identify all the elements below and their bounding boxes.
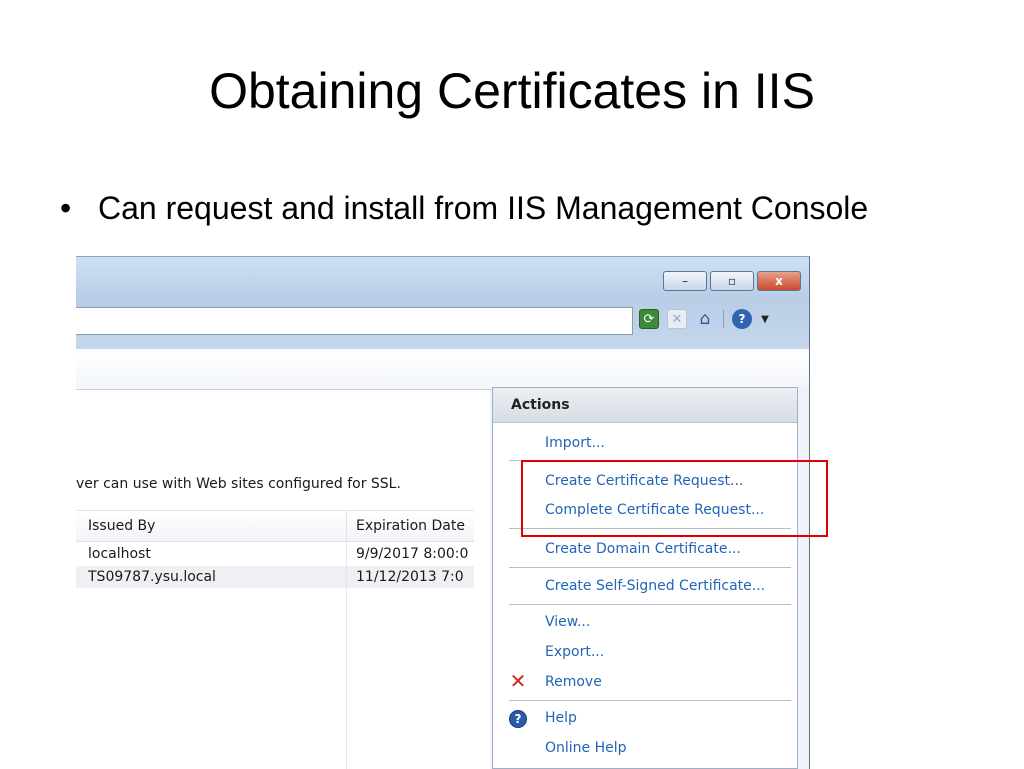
action-import[interactable]: Import...	[545, 435, 605, 451]
actions-separator	[509, 528, 791, 529]
column-separator[interactable]	[346, 511, 347, 541]
close-button[interactable]: x	[757, 271, 801, 291]
table-row[interactable]: TS09787.ysu.local 11/12/2013 7:0	[76, 566, 474, 588]
column-expiration-date[interactable]: Expiration Date	[356, 518, 465, 534]
certificates-content: ver can use with Web sites configured fo…	[76, 390, 490, 769]
address-bar[interactable]	[76, 307, 633, 335]
action-export[interactable]: Export...	[545, 644, 604, 660]
cell-issued-by: TS09787.ysu.local	[88, 569, 216, 585]
actions-separator	[509, 604, 791, 605]
slide-bullet: • Can request and install from IIS Manage…	[60, 190, 868, 227]
content-scroll-gutter	[474, 390, 490, 769]
window-controls: – ▫ x	[663, 271, 801, 291]
help-circle-icon: ?	[509, 710, 527, 728]
action-online-help[interactable]: Online Help	[545, 740, 627, 756]
action-remove[interactable]: Remove	[545, 674, 602, 690]
minimize-button[interactable]: –	[663, 271, 707, 291]
column-issued-by[interactable]: Issued By	[88, 518, 155, 534]
action-complete-certificate-request[interactable]: Complete Certificate Request...	[545, 502, 764, 518]
toolbar-separator	[723, 310, 724, 328]
feature-description: ver can use with Web sites configured fo…	[76, 476, 401, 492]
action-create-self-signed-certificate[interactable]: Create Self-Signed Certificate...	[545, 578, 765, 594]
remove-icon: ✕	[509, 669, 527, 693]
bullet-text: Can request and install from IIS Managem…	[98, 190, 869, 226]
cell-expiration: 11/12/2013 7:0	[356, 569, 464, 585]
actions-separator	[509, 460, 791, 461]
help-icon[interactable]: ?	[732, 309, 752, 329]
stop-icon[interactable]: ✕	[667, 309, 687, 329]
action-help[interactable]: Help	[545, 710, 577, 726]
actions-separator	[509, 567, 791, 568]
actions-pane-edge	[798, 387, 809, 769]
table-header: Issued By Expiration Date	[76, 510, 474, 542]
home-icon[interactable]: ⌂	[695, 309, 715, 329]
dropdown-arrow-icon[interactable]: ▼	[760, 309, 770, 329]
feature-toolbar-strip	[76, 349, 809, 390]
window-titlebar: – ▫ x ⟳ ✕ ⌂ ? ▼	[76, 257, 809, 349]
slide-title: Obtaining Certificates in IIS	[209, 63, 815, 119]
actions-pane: Actions Import... Create Certificate Req…	[492, 387, 798, 769]
bullet-dot: •	[60, 190, 72, 226]
cell-issued-by: localhost	[88, 546, 151, 562]
column-divider	[346, 540, 347, 769]
table-row[interactable]: localhost 9/9/2017 8:00:0	[76, 543, 474, 565]
cell-expiration: 9/9/2017 8:00:0	[356, 546, 469, 562]
maximize-button[interactable]: ▫	[710, 271, 754, 291]
action-view[interactable]: View...	[545, 614, 590, 630]
nav-toolbar: ⟳ ✕ ⌂ ? ▼	[639, 309, 770, 329]
action-create-domain-certificate[interactable]: Create Domain Certificate...	[545, 541, 741, 557]
iis-manager-window: – ▫ x ⟳ ✕ ⌂ ? ▼ ver can use with Web sit…	[76, 256, 810, 769]
actions-header: Actions	[493, 388, 797, 423]
actions-separator	[509, 700, 791, 701]
refresh-icon[interactable]: ⟳	[639, 309, 659, 329]
action-create-certificate-request[interactable]: Create Certificate Request...	[545, 473, 743, 489]
